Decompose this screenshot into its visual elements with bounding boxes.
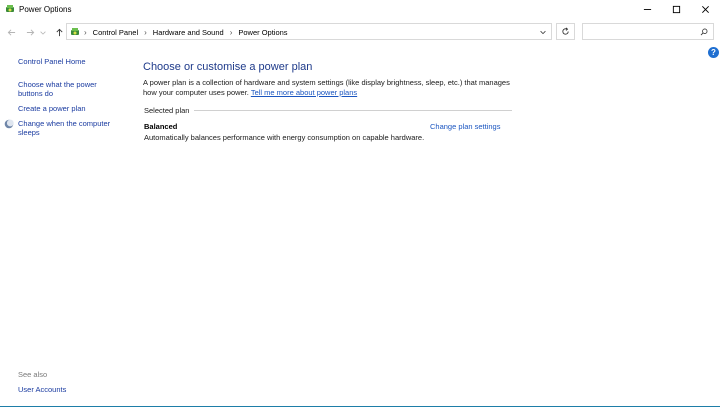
learn-more-link[interactable]: Tell me more about power plans [251,88,357,97]
sidebar-item-label: sleeps [18,128,40,137]
up-arrow-icon [55,28,63,36]
back-arrow-icon [7,28,15,36]
forward-button[interactable] [24,26,36,38]
sleep-moon-icon [4,119,14,129]
description-line-2: how your computer uses power. Tell me mo… [143,88,523,98]
chevron-right-icon: › [84,28,87,37]
forward-arrow-icon [26,28,34,36]
title-bar: Power Options [0,0,720,19]
chevron-down-icon [40,30,46,35]
breadcrumb-power-options[interactable]: Power Options [238,28,287,37]
chevron-right-icon: › [144,28,147,37]
power-options-icon [6,5,14,12]
address-bar[interactable]: › Control Panel › Hardware and Sound › P… [66,23,552,40]
page-title: Choose or customise a power plan [143,61,313,73]
minimize-icon [643,9,652,10]
window-title: Power Options [19,5,72,14]
sidebar-item-power-buttons[interactable]: Choose what the power buttons do [18,80,97,98]
sidebar-item-control-panel-home[interactable]: Control Panel Home [18,57,86,66]
description-line: A power plan is a collection of hardware… [143,78,510,87]
breadcrumb-hardware-and-sound[interactable]: Hardware and Sound [153,28,224,37]
address-dropdown-icon[interactable] [539,28,547,36]
back-button[interactable] [5,26,17,38]
breadcrumb-control-panel[interactable]: Control Panel [93,28,138,37]
page-description: A power plan is a collection of hardware… [143,78,523,97]
sidebar-item-label: Create a power plan [18,104,86,113]
search-icon[interactable] [700,28,708,36]
sidebar-item-change-sleep[interactable]: Change when the computer sleeps [18,119,110,137]
selected-plan-label: Selected plan [144,106,190,115]
description-text: how your computer uses power. [143,87,249,97]
change-plan-settings-link[interactable]: Change plan settings [430,122,500,131]
maximize-icon [672,5,681,14]
control-panel-icon [71,28,79,35]
recent-locations-button[interactable] [39,26,47,38]
close-icon [702,6,709,13]
breadcrumb: › Control Panel › Hardware and Sound › P… [84,28,288,37]
sidebar-item-label: buttons do [18,89,54,98]
search-box[interactable] [582,23,714,40]
sidebar-item-label: Choose what the power [18,80,97,89]
see-also-heading: See also [18,370,48,379]
help-icon[interactable]: ? [708,47,719,58]
divider [194,110,512,111]
minimize-button[interactable] [632,0,663,19]
user-accounts-link[interactable]: User Accounts [18,385,66,394]
refresh-icon [562,27,569,35]
sidebar-item-create-power-plan[interactable]: Create a power plan [18,104,86,113]
chevron-right-icon: › [229,28,233,37]
search-input[interactable] [586,25,696,38]
refresh-button[interactable] [556,23,575,40]
plan-description: Automatically balances performance with … [144,133,425,142]
up-button[interactable] [53,26,65,38]
maximize-button[interactable] [661,0,692,19]
navigation-bar: › Control Panel › Hardware and Sound › P… [0,22,720,42]
plan-name: Balanced [144,122,178,131]
sidebar-item-label: Change when the computer [18,119,111,128]
close-button[interactable] [690,0,720,19]
